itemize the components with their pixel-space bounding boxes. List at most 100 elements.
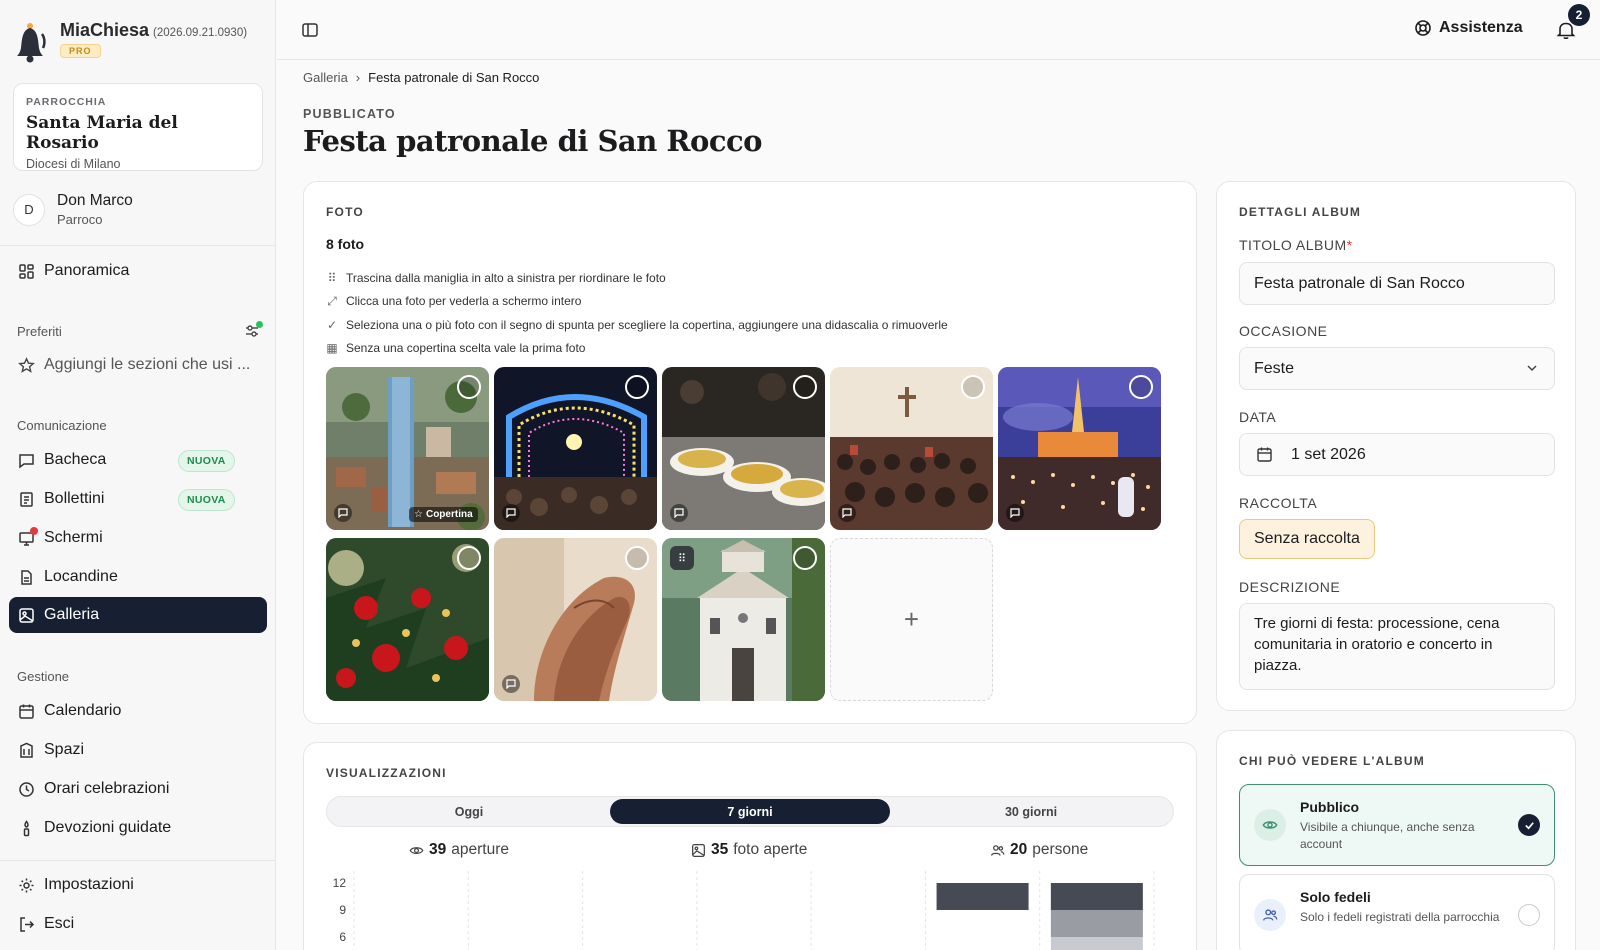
alert-dot <box>30 526 38 535</box>
parish-card[interactable]: PARROCCHIA Santa Maria del Rosario Dioce… <box>13 83 263 171</box>
building-icon <box>18 742 35 759</box>
album-title-input[interactable]: Festa patronale di San Rocco <box>1239 262 1555 305</box>
caption-button[interactable] <box>838 504 856 522</box>
chart-bar[interactable] <box>936 883 1029 910</box>
photo-tile[interactable] <box>494 367 657 530</box>
range-option-30days[interactable]: 30 giorni <box>891 799 1171 824</box>
sidebar-item-locandine[interactable]: Locandine <box>9 559 267 595</box>
app-name: MiaChiesa <box>60 20 150 40</box>
range-option-7days[interactable]: 7 giorni <box>610 799 890 824</box>
photo-tile[interactable] <box>326 538 489 701</box>
caption-button[interactable] <box>334 504 352 522</box>
sidebar-item-label: Bacheca <box>44 451 107 468</box>
visibility-option-members[interactable]: Solo fedeli Solo i fedeli registrati del… <box>1239 874 1555 950</box>
star-icon: ☆ <box>414 509 423 520</box>
sidebar-item-schermi[interactable]: Schermi <box>9 520 267 556</box>
sidebar-item-label: Aggiungi le sezioni che usi ... <box>44 356 251 373</box>
collection-selector[interactable]: Senza raccolta <box>1239 519 1375 559</box>
add-photo-button[interactable]: + <box>830 538 993 701</box>
check-icon: ✓ <box>326 317 338 332</box>
stat-people: 20 persone <box>990 841 1088 859</box>
photo-tile[interactable] <box>830 367 993 530</box>
sidebar-item-orari[interactable]: Orari celebrazioni <box>9 771 267 807</box>
photo-tile[interactable] <box>662 367 825 530</box>
range-selector: Oggi 7 giorni 30 giorni <box>326 796 1174 827</box>
sidebar-item-esci[interactable]: Esci <box>9 906 267 942</box>
filter-settings-icon[interactable] <box>244 321 263 339</box>
clock-icon <box>18 781 35 798</box>
users-icon <box>1254 899 1286 931</box>
breadcrumb: Galleria › Festa patronale di San Rocco <box>303 70 539 85</box>
chart-bar[interactable] <box>1050 883 1143 910</box>
drag-handle-icon[interactable]: ⠿ <box>670 546 694 570</box>
new-badge: NUOVA <box>178 489 235 511</box>
caption-button[interactable] <box>502 504 520 522</box>
description-textarea[interactable]: Tre giorni di festa: processione, cena c… <box>1239 603 1555 690</box>
sidebar-item-calendario[interactable]: Calendario <box>9 693 267 729</box>
photo-tile[interactable]: ☆ Copertina <box>326 367 489 530</box>
sidebar-item-label: Locandine <box>44 568 118 585</box>
user-role: Parroco <box>57 212 103 227</box>
select-checkbox[interactable] <box>625 375 649 399</box>
sidebar-item-label: Esci <box>44 915 75 932</box>
select-checkbox[interactable] <box>457 546 481 570</box>
chart-bar[interactable] <box>1050 937 1143 950</box>
photo-tile[interactable]: ⠿ <box>662 538 825 701</box>
select-checkbox[interactable] <box>961 375 985 399</box>
date-picker[interactable]: 1 set 2026 <box>1239 433 1555 476</box>
details-section-label: DETTAGLI ALBUM <box>1239 205 1362 219</box>
select-checkbox[interactable] <box>457 375 481 399</box>
calendar-icon <box>1257 447 1272 462</box>
sidebar-item-devozioni[interactable]: Devozioni guidate <box>9 810 267 846</box>
help-button[interactable]: Assistenza <box>1414 19 1523 37</box>
sidebar-item-panoramica[interactable]: Panoramica <box>9 253 267 289</box>
logout-icon <box>18 916 35 933</box>
caption-button[interactable] <box>1006 504 1024 522</box>
chart-bar[interactable] <box>1050 910 1143 937</box>
sidebar-toggle-icon[interactable] <box>301 21 319 39</box>
caption-button[interactable] <box>502 675 520 693</box>
views-section-label: VISUALIZZAZIONI <box>326 766 447 780</box>
chevron-down-icon <box>1527 365 1537 372</box>
photos-section-label: FOTO <box>326 205 364 219</box>
user-profile[interactable]: D Don Marco Parroco <box>13 192 133 227</box>
brand[interactable]: MiaChiesa (2026.09.21.0930) PRO <box>16 20 247 64</box>
select-checkbox[interactable] <box>793 375 817 399</box>
occasion-label: OCCASIONE <box>1239 323 1328 339</box>
sidebar-item-spazi[interactable]: Spazi <box>9 732 267 768</box>
select-checkbox[interactable] <box>625 546 649 570</box>
occasion-select[interactable]: Feste <box>1239 347 1555 390</box>
sidebar-item-label: Bollettini <box>44 490 105 507</box>
user-name: Don Marco <box>57 192 133 209</box>
users-icon <box>991 844 1005 856</box>
avatar: D <box>13 193 45 226</box>
photo-tile[interactable] <box>998 367 1161 530</box>
favorites-section-label: Preferiti <box>17 324 62 339</box>
sidebar-item-label: Panoramica <box>44 262 130 279</box>
favorites-add-item[interactable]: Aggiungi le sezioni che usi ... <box>9 347 267 383</box>
notification-dot <box>256 321 263 328</box>
option-title: Pubblico <box>1300 799 1360 815</box>
parish-diocese: Diocesi di Milano <box>26 157 121 171</box>
sidebar-item-impostazioni[interactable]: Impostazioni <box>9 867 267 903</box>
select-checkbox[interactable] <box>1129 375 1153 399</box>
album-details-card: DETTAGLI ALBUM TITOLO ALBUM* Festa patro… <box>1216 181 1576 711</box>
tip-item: ⠿ Trascina dalla maniglia in alto a sinis… <box>327 270 666 285</box>
lifebuoy-icon <box>1415 20 1431 36</box>
expand-icon: ⤢ <box>327 293 337 308</box>
drag-handle-icon: ⠿ <box>327 270 337 285</box>
select-checkbox[interactable] <box>793 546 817 570</box>
gear-icon <box>18 877 35 894</box>
photo-tile[interactable] <box>494 538 657 701</box>
sidebar-item-galleria[interactable]: Galleria <box>9 597 267 633</box>
sidebar-item-label: Calendario <box>44 702 122 719</box>
tip-item: ⤢ Clicca una foto per vederla a schermo i… <box>327 293 582 309</box>
range-option-today[interactable]: Oggi <box>329 799 609 824</box>
views-chart: 12 9 6 <box>333 871 1155 950</box>
visibility-option-public[interactable]: Pubblico Visibile a chiunque, anche senz… <box>1239 784 1555 866</box>
breadcrumb-parent[interactable]: Galleria <box>303 70 348 85</box>
management-section-label: Gestione <box>17 669 70 684</box>
tips-list: ⠿ Trascina dalla maniglia in alto a sinis… <box>326 266 947 360</box>
topbar: Assistenza 2 <box>277 0 1600 60</box>
caption-button[interactable] <box>670 504 688 522</box>
